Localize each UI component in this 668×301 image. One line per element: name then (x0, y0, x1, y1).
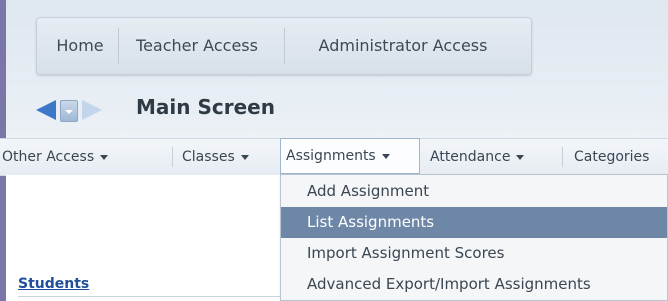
menu-other-access[interactable]: Other Access (2, 139, 109, 175)
caret-down-icon (100, 154, 109, 160)
top-nav-divider (118, 28, 119, 64)
menu-item-import-assignment-scores[interactable]: Import Assignment Scores (281, 238, 667, 269)
tab-home[interactable]: Home (45, 18, 115, 74)
assignments-dropdown: Add Assignment List Assignments Import A… (280, 174, 668, 301)
menu-attendance[interactable]: Attendance (430, 139, 525, 175)
menu-item-advanced-export-import[interactable]: Advanced Export/Import Assignments (281, 269, 667, 300)
menu-item-add-assignment[interactable]: Add Assignment (281, 176, 667, 207)
menu-label: Classes (182, 149, 235, 165)
top-nav-divider (284, 28, 285, 64)
caret-down-icon (516, 154, 525, 160)
students-link[interactable]: Students (18, 276, 89, 292)
menu-classes[interactable]: Classes (182, 139, 249, 175)
page-title: Main Screen (136, 95, 275, 119)
menubar-divider (172, 147, 173, 167)
menu-label: Assignments (286, 148, 376, 164)
menubar: Other Access Classes Assignments Attenda… (0, 138, 668, 176)
menu-item-list-assignments[interactable]: List Assignments (281, 207, 667, 238)
menu-categories[interactable]: Categories (574, 139, 649, 175)
arrow-left-icon[interactable] (36, 100, 56, 120)
dropdown-menu-icon[interactable] (60, 100, 78, 122)
arrow-right-icon[interactable] (82, 100, 102, 120)
menubar-divider (562, 147, 563, 167)
caret-down-icon (381, 153, 390, 159)
menu-label: Categories (574, 149, 650, 165)
students-divider (18, 296, 280, 297)
menu-label: Other Access (2, 149, 95, 165)
menu-label: Attendance (430, 149, 511, 165)
tab-administrator-access[interactable]: Administrator Access (287, 18, 519, 74)
app-window: Home Teacher Access Administrator Access… (0, 0, 668, 301)
caret-down-icon (240, 154, 249, 160)
top-nav: Home Teacher Access Administrator Access (36, 17, 532, 75)
tab-teacher-access[interactable]: Teacher Access (121, 18, 273, 74)
menu-assignments[interactable]: Assignments (280, 138, 420, 174)
